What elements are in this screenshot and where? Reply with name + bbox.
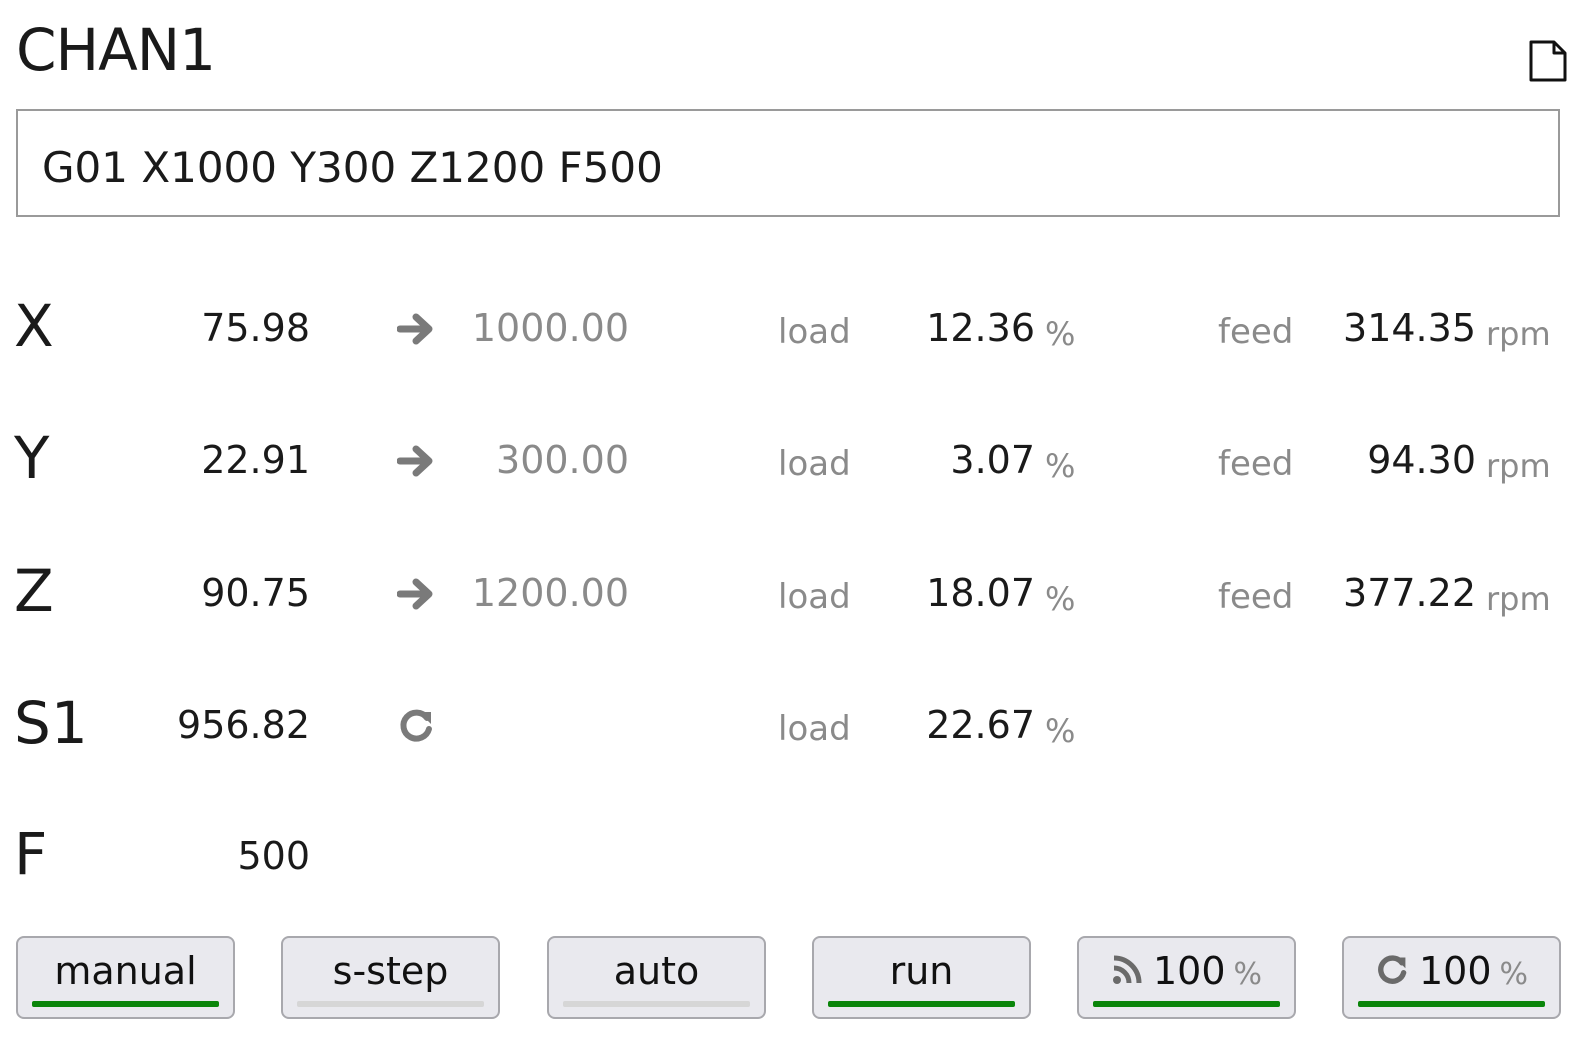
axis-target: 300.00 [496, 438, 629, 482]
load-value: 12.36 [926, 306, 1035, 350]
feed-value: 314.35 [1343, 306, 1476, 350]
auto-button[interactable]: auto [547, 936, 766, 1019]
axis-row-y: Y 22.91 300.00 load 3.07 % feed 94.30 rp… [0, 422, 1595, 522]
load-label: load [778, 312, 851, 352]
button-label: manual [54, 949, 197, 993]
active-indicator [1093, 1001, 1280, 1007]
feed-label: feed [1218, 444, 1294, 484]
arrow-right-icon [397, 445, 433, 477]
feed-rate-row: F 500 [0, 818, 1595, 918]
load-unit: % [1045, 447, 1076, 485]
axis-target: 1200.00 [471, 571, 629, 615]
spindle-override-button[interactable]: 100% [1342, 936, 1561, 1019]
feed-value: 377.22 [1343, 571, 1476, 615]
feed-override-value: 100 [1152, 949, 1226, 993]
axis-row-z: Z 90.75 1200.00 load 18.07 % feed 377.22… [0, 555, 1595, 655]
load-unit: % [1045, 315, 1076, 353]
load-label: load [778, 709, 851, 749]
spindle-row: S1 956.82 load 22.67 % [0, 687, 1595, 787]
file-icon[interactable] [1528, 40, 1568, 82]
spindle-speed: 956.82 [177, 703, 310, 747]
button-label: 100% [1079, 946, 1294, 1000]
manual-button[interactable]: manual [16, 936, 235, 1019]
spindle-name: S1 [14, 689, 88, 757]
axis-position: 90.75 [201, 571, 310, 615]
feed-label: feed [1218, 312, 1294, 352]
button-label: auto [613, 949, 700, 993]
axis-target: 1000.00 [471, 306, 629, 350]
channel-title: CHAN1 [16, 16, 216, 84]
feed-rate-name: F [14, 820, 48, 888]
load-value: 3.07 [950, 438, 1035, 482]
button-label: 100% [1344, 946, 1559, 1000]
feed-rate-value: 500 [237, 834, 310, 878]
axis-name: Z [14, 557, 54, 625]
feed-override-icon [1112, 955, 1142, 984]
button-label: s-step [332, 949, 449, 993]
button-label: run [889, 949, 954, 993]
feed-override-unit: % [1233, 957, 1263, 992]
inactive-indicator [563, 1001, 750, 1007]
axis-name: Y [14, 424, 50, 492]
feed-unit: rpm [1486, 447, 1551, 485]
active-indicator [32, 1001, 219, 1007]
load-label: load [778, 577, 851, 617]
feed-unit: rpm [1486, 315, 1551, 353]
load-value: 22.67 [926, 703, 1035, 747]
load-label: load [778, 444, 851, 484]
load-unit: % [1045, 580, 1076, 618]
arrow-right-icon [397, 578, 433, 610]
feed-value: 94.30 [1367, 438, 1476, 482]
feed-label: feed [1218, 577, 1294, 617]
command-line-text: G01 X1000 Y300 Z1200 F500 [42, 143, 663, 192]
axis-position: 75.98 [201, 306, 310, 350]
spindle-override-value: 100 [1418, 949, 1492, 993]
load-unit: % [1045, 712, 1076, 750]
axis-position: 22.91 [201, 438, 310, 482]
run-button[interactable]: run [812, 936, 1031, 1019]
active-indicator [828, 1001, 1015, 1007]
active-indicator [1358, 1001, 1545, 1007]
single-step-button[interactable]: s-step [281, 936, 500, 1019]
rotate-cw-icon [400, 709, 432, 742]
feed-unit: rpm [1486, 580, 1551, 618]
feed-override-button[interactable]: 100% [1077, 936, 1296, 1019]
load-value: 18.07 [926, 571, 1035, 615]
spindle-override-unit: % [1499, 957, 1529, 992]
arrow-right-icon [397, 313, 433, 345]
inactive-indicator [297, 1001, 484, 1007]
command-line-display: G01 X1000 Y300 Z1200 F500 [16, 109, 1560, 217]
axis-row-x: X 75.98 1000.00 load 12.36 % feed 314.35… [0, 290, 1595, 390]
spindle-override-icon [1378, 954, 1407, 984]
axis-name: X [14, 292, 54, 360]
